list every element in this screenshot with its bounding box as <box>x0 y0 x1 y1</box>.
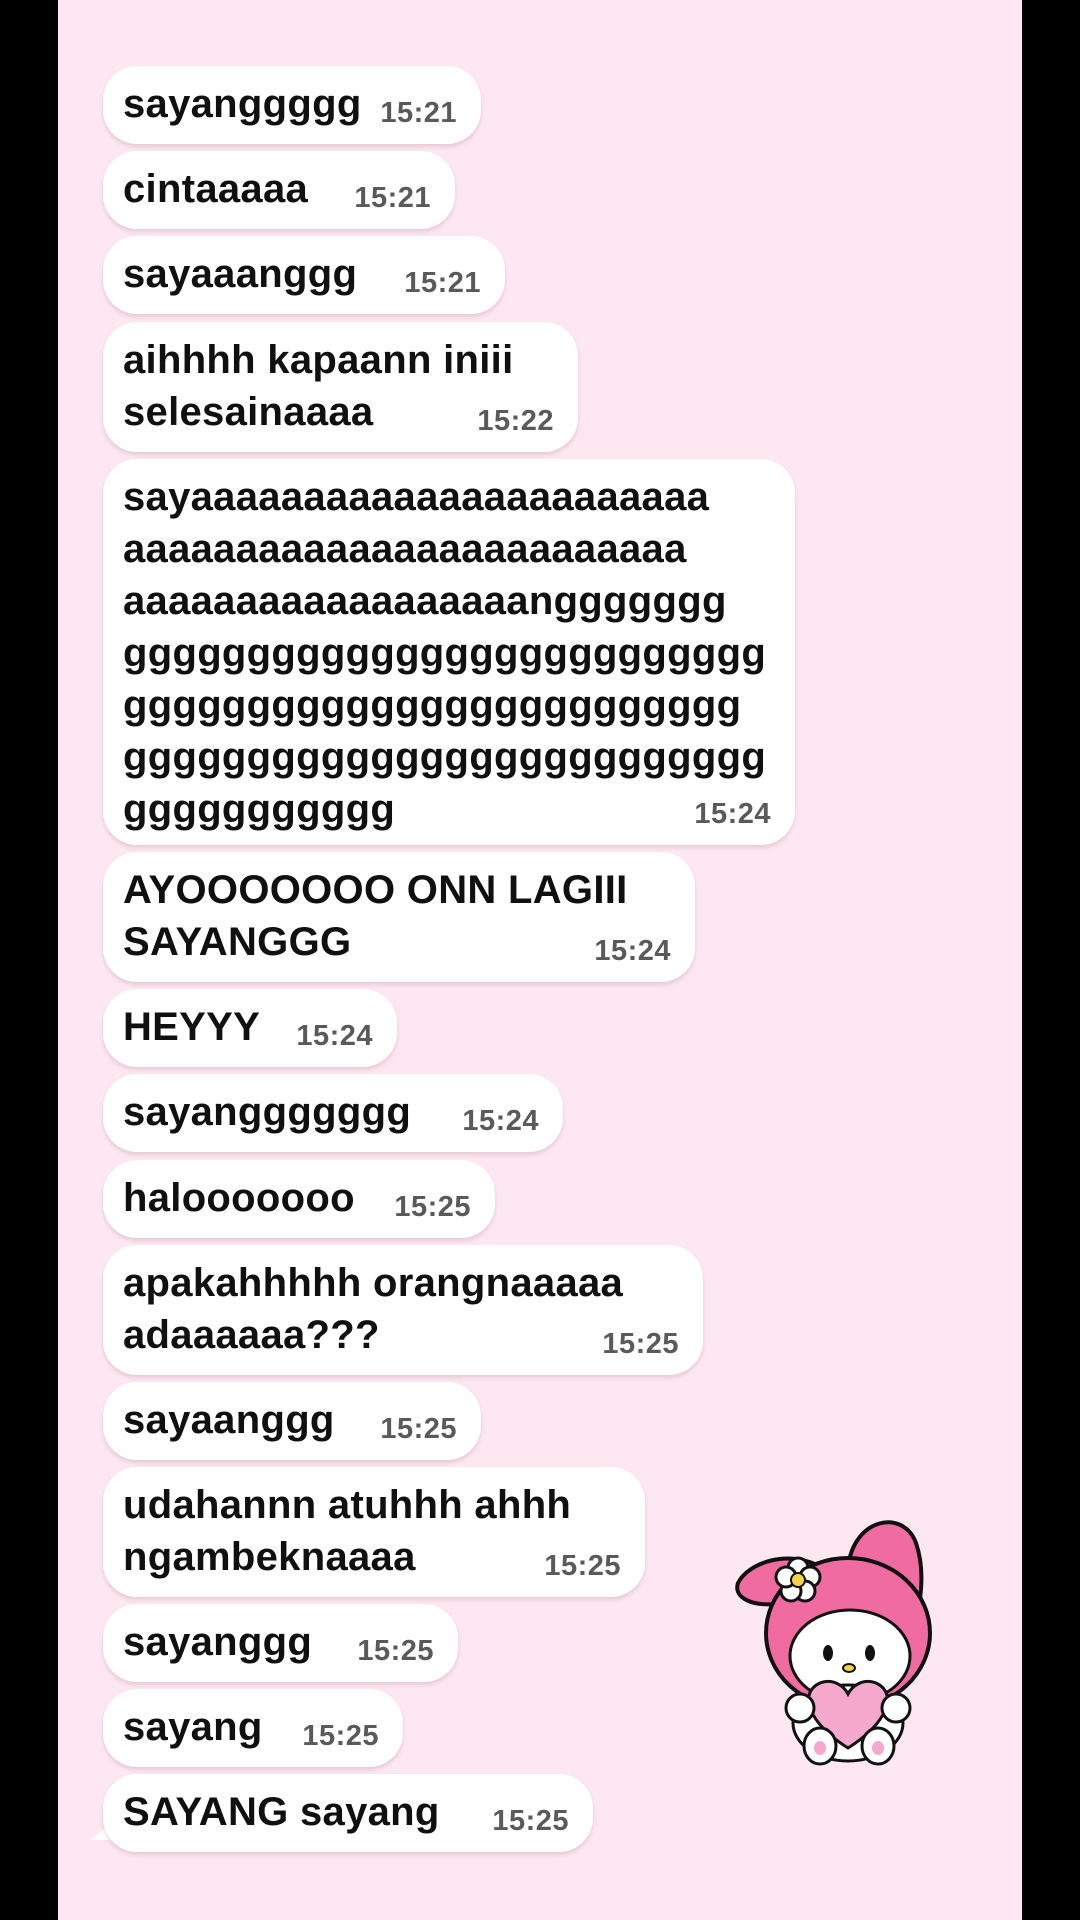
message-time: 15:24 <box>594 935 671 967</box>
message-bubble[interactable]: sayanggggggg 15:24 <box>103 1074 563 1152</box>
message-bubble[interactable]: sayanggg 15:25 <box>103 1604 458 1682</box>
my-melody-heart-sticker-icon <box>735 1520 932 1766</box>
message-time: 15:25 <box>380 1413 457 1445</box>
message-bubble[interactable]: SAYANG sayang 15:25 <box>103 1774 593 1852</box>
message-bubble[interactable]: AYOOOOOOO ONN LAGIII SAYANGGG 15:24 <box>103 852 695 982</box>
message-text: sayaaanggg <box>123 252 358 296</box>
message-time: 15:25 <box>302 1720 379 1752</box>
message-text: AYOOOOOOO ONN LAGIII SAYANGGG <box>123 868 628 964</box>
message-text: sayanggggg <box>123 82 362 126</box>
message-text: sayanggggggg <box>123 1090 412 1134</box>
message-time: 15:24 <box>462 1105 539 1137</box>
message-time: 15:25 <box>602 1328 679 1360</box>
message-time: 15:21 <box>404 267 481 299</box>
message-bubble[interactable]: halooooooo 15:25 <box>103 1160 495 1238</box>
message-text: cintaaaaa <box>123 167 309 211</box>
message-bubble[interactable]: sayaanggg 15:25 <box>103 1382 481 1460</box>
message-time: 15:24 <box>296 1020 373 1052</box>
message-bubble[interactable]: HEYYY 15:24 <box>103 989 397 1067</box>
message-time: 15:22 <box>477 405 554 437</box>
message-bubble[interactable]: sayaaaaaaaaaaaaaaaaaaaaaaa aaaaaaaaaaaaa… <box>103 459 795 845</box>
message-time: 15:25 <box>357 1635 434 1667</box>
message-bubble[interactable]: apakahhhhh orangnaaaaa adaaaaaa??? 15:25 <box>103 1245 703 1375</box>
message-text: sayaaaaaaaaaaaaaaaaaaaaaaa aaaaaaaaaaaaa… <box>123 475 767 831</box>
message-bubble[interactable]: cintaaaaa 15:21 <box>103 151 455 229</box>
message-bubble[interactable]: sayanggggg 15:21 <box>103 66 481 144</box>
message-bubble[interactable]: sayaaanggg 15:21 <box>103 236 505 314</box>
message-text: sayanggg <box>123 1620 313 1664</box>
message-text: halooooooo <box>123 1176 355 1220</box>
message-text: sayang <box>123 1705 263 1749</box>
message-bubble[interactable]: aihhhh kapaann iniii selesainaaaa 15:22 <box>103 322 578 452</box>
message-text: SAYANG sayang <box>123 1790 440 1834</box>
message-time: 15:25 <box>394 1191 471 1223</box>
message-time: 15:21 <box>354 182 431 214</box>
message-bubble[interactable]: udahannn atuhhh ahhh ngambeknaaaa 15:25 <box>103 1467 645 1597</box>
message-bubble[interactable]: sayang 15:25 <box>103 1689 403 1767</box>
message-text: udahannn atuhhh ahhh ngambeknaaaa <box>123 1483 572 1579</box>
message-time: 15:21 <box>380 97 457 129</box>
message-time: 15:25 <box>544 1550 621 1582</box>
message-text: apakahhhhh orangnaaaaa adaaaaaa??? <box>123 1261 624 1357</box>
message-text: aihhhh kapaann iniii selesainaaaa <box>123 338 514 434</box>
message-text: HEYYY <box>123 1005 261 1049</box>
message-text: sayaanggg <box>123 1398 335 1442</box>
message-time: 15:24 <box>694 798 771 830</box>
message-time: 15:25 <box>492 1805 569 1837</box>
